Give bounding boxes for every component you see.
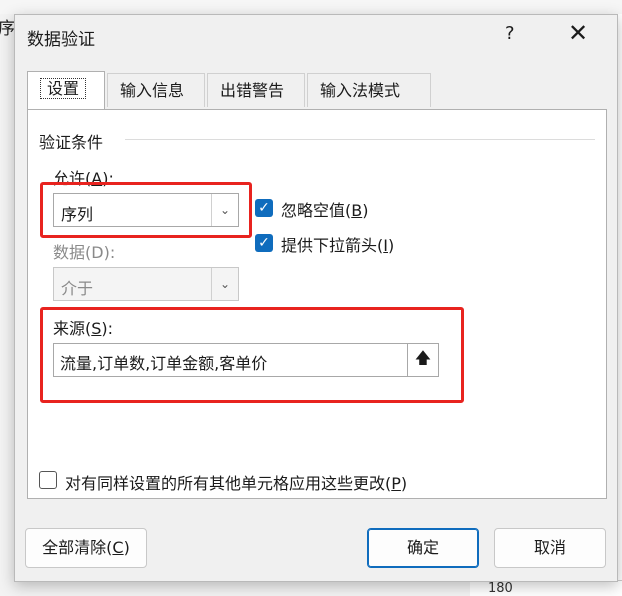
clear-all-button[interactable]: 全部清除(C) [25, 528, 147, 568]
excel-ribbon-fragment [0, 0, 622, 14]
settings-panel [27, 109, 607, 499]
cell-value: 180 [488, 581, 513, 596]
data-value: 介于 [61, 279, 94, 298]
tab-input-message[interactable]: 输入信息 [107, 73, 205, 107]
close-button[interactable]: ✕ [568, 19, 588, 47]
apply-all-label: 对有同样设置的所有其他单元格应用这些更改(P) [65, 474, 408, 493]
tab-bar: 设置 输入信息 出错警告 输入法模式 [27, 71, 607, 109]
data-select[interactable]: 介于 ⌄ [53, 267, 239, 301]
column-header-fragment: 序 [0, 19, 15, 39]
data-validation-dialog: 数据验证 ? ✕ 设置 输入信息 出错警告 输入法模式 验证条件 允许(A): … [14, 14, 618, 582]
tab-label: 设置 [40, 78, 87, 99]
dropdown-arrow-checkbox[interactable]: ✓ [255, 234, 273, 252]
ignore-blank-label: 忽略空值(B) [281, 201, 369, 220]
cancel-button[interactable]: 取消 [494, 528, 606, 568]
data-label: 数据(D): [53, 243, 116, 262]
chevron-down-icon: ⌄ [211, 268, 238, 300]
allow-highlight-box [40, 182, 252, 238]
ok-button[interactable]: 确定 [367, 528, 479, 568]
ignore-blank-checkbox[interactable]: ✓ [255, 199, 273, 217]
dropdown-arrow-label: 提供下拉箭头(I) [281, 236, 395, 255]
section-divider [125, 139, 595, 140]
dialog-title: 数据验证 [27, 30, 95, 50]
help-button[interactable]: ? [505, 23, 515, 44]
check-icon: ✓ [258, 200, 270, 216]
tab-error-alert[interactable]: 出错警告 [207, 73, 305, 107]
tab-settings[interactable]: 设置 [27, 71, 105, 109]
source-highlight-box [40, 307, 464, 403]
sheet-cell-fragment: 180 [470, 580, 622, 596]
apply-all-checkbox[interactable] [39, 471, 57, 489]
check-icon: ✓ [258, 235, 270, 251]
validation-criteria-heading: 验证条件 [39, 133, 104, 152]
tab-ime-mode[interactable]: 输入法模式 [307, 73, 431, 107]
